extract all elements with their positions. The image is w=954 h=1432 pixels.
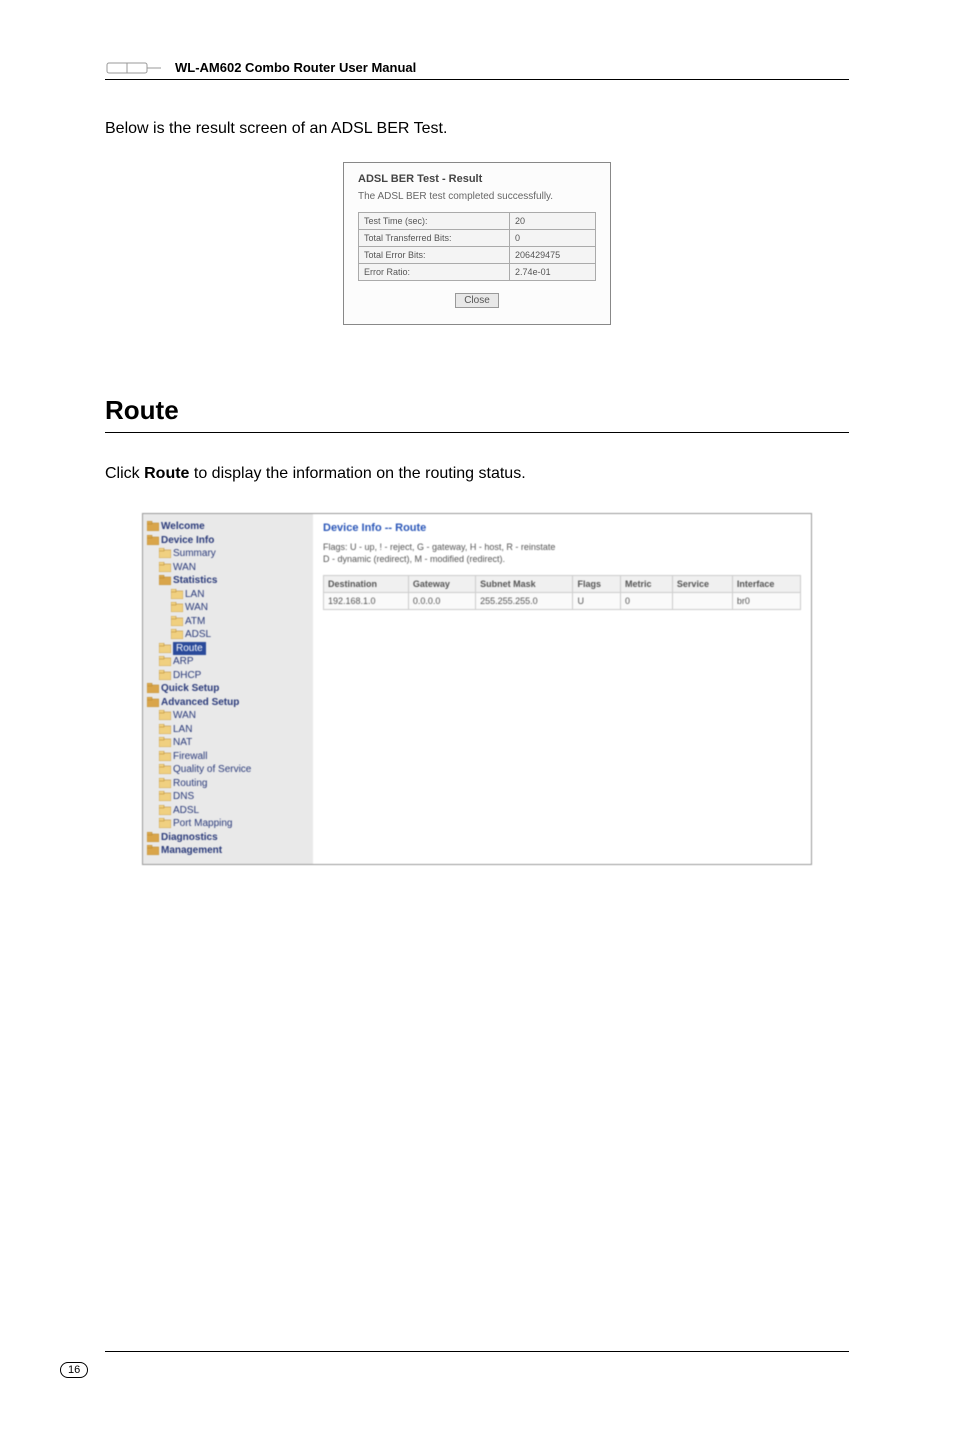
ber-result-table: Test Time (sec):20 Total Transferred Bit…: [358, 212, 596, 281]
close-button[interactable]: Close: [455, 293, 499, 308]
folder-icon: [159, 818, 171, 828]
folder-icon: [171, 616, 183, 626]
content-title: Device Info -- Route: [323, 522, 801, 534]
section-title: Route: [105, 395, 849, 433]
folder-icon: [159, 548, 171, 558]
folder-icon: [159, 656, 171, 666]
ber-result-dialog: ADSL BER Test - Result The ADSL BER test…: [343, 162, 611, 325]
tree-item[interactable]: Firewall: [147, 750, 309, 764]
navigation-tree[interactable]: WelcomeDevice InfoSummaryWANStatisticsLA…: [143, 514, 313, 864]
ber-dialog-message: The ADSL BER test completed successfully…: [358, 191, 596, 202]
tree-item[interactable]: Quick Setup: [147, 682, 309, 696]
folder-icon: [171, 589, 183, 599]
tree-item[interactable]: Device Info: [147, 534, 309, 548]
folder-icon: [159, 764, 171, 774]
tree-item[interactable]: ATM: [147, 615, 309, 629]
folder-icon: [159, 670, 171, 680]
tree-item[interactable]: DHCP: [147, 669, 309, 683]
tree-item[interactable]: Route: [147, 642, 309, 656]
folder-icon: [147, 521, 159, 531]
tree-item[interactable]: Management: [147, 844, 309, 858]
table-header-row: Destination Gateway Subnet Mask Flags Me…: [324, 576, 801, 593]
folder-icon: [147, 832, 159, 842]
route-panel: WelcomeDevice InfoSummaryWANStatisticsLA…: [142, 513, 812, 865]
book-icon: [105, 61, 165, 75]
tree-item[interactable]: Routing: [147, 777, 309, 791]
tree-item[interactable]: Diagnostics: [147, 831, 309, 845]
folder-icon: [159, 751, 171, 761]
tree-item[interactable]: DNS: [147, 790, 309, 804]
tree-item[interactable]: NAT: [147, 736, 309, 750]
tree-item[interactable]: WAN: [147, 709, 309, 723]
tree-item[interactable]: Welcome: [147, 520, 309, 534]
folder-icon: [159, 778, 171, 788]
tree-item[interactable]: Summary: [147, 547, 309, 561]
intro-text: Below is the result screen of an ADSL BE…: [105, 120, 849, 138]
folder-icon: [159, 575, 171, 585]
route-table: Destination Gateway Subnet Mask Flags Me…: [323, 575, 801, 610]
ber-dialog-title: ADSL BER Test - Result: [358, 173, 596, 185]
tree-item[interactable]: LAN: [147, 723, 309, 737]
header-title: WL-AM602 Combo Router User Manual: [175, 60, 416, 75]
folder-icon: [159, 805, 171, 815]
table-row: Error Ratio:2.74e-01: [359, 264, 596, 281]
folder-icon: [159, 643, 171, 653]
tree-item[interactable]: ADSL: [147, 628, 309, 642]
tree-item[interactable]: Quality of Service: [147, 763, 309, 777]
folder-icon: [159, 710, 171, 720]
folder-icon: [171, 629, 183, 639]
folder-icon: [159, 791, 171, 801]
folder-icon: [147, 697, 159, 707]
table-row: 192.168.1.0 0.0.0.0 255.255.255.0 U 0 br…: [324, 593, 801, 610]
folder-icon: [147, 683, 159, 693]
route-description: Click Route to display the information o…: [105, 465, 849, 483]
tree-item[interactable]: Statistics: [147, 574, 309, 588]
tree-item[interactable]: WAN: [147, 561, 309, 575]
table-row: Total Error Bits:206429475: [359, 247, 596, 264]
tree-item[interactable]: ARP: [147, 655, 309, 669]
table-row: Test Time (sec):20: [359, 213, 596, 230]
folder-icon: [159, 724, 171, 734]
folder-icon: [159, 737, 171, 747]
footer-divider: [105, 1351, 849, 1352]
table-row: Total Transferred Bits:0: [359, 230, 596, 247]
folder-icon: [147, 845, 159, 855]
tree-item[interactable]: LAN: [147, 588, 309, 602]
route-content: Device Info -- Route Flags: U - up, ! - …: [313, 514, 811, 864]
folder-icon: [171, 602, 183, 612]
page-number: 16: [60, 1362, 88, 1378]
tree-item[interactable]: Port Mapping: [147, 817, 309, 831]
page-header: WL-AM602 Combo Router User Manual: [105, 60, 849, 80]
tree-item[interactable]: WAN: [147, 601, 309, 615]
tree-item[interactable]: Advanced Setup: [147, 696, 309, 710]
folder-icon: [159, 562, 171, 572]
folder-icon: [147, 535, 159, 545]
flags-legend: Flags: U - up, ! - reject, G - gateway, …: [323, 542, 801, 565]
tree-item[interactable]: ADSL: [147, 804, 309, 818]
